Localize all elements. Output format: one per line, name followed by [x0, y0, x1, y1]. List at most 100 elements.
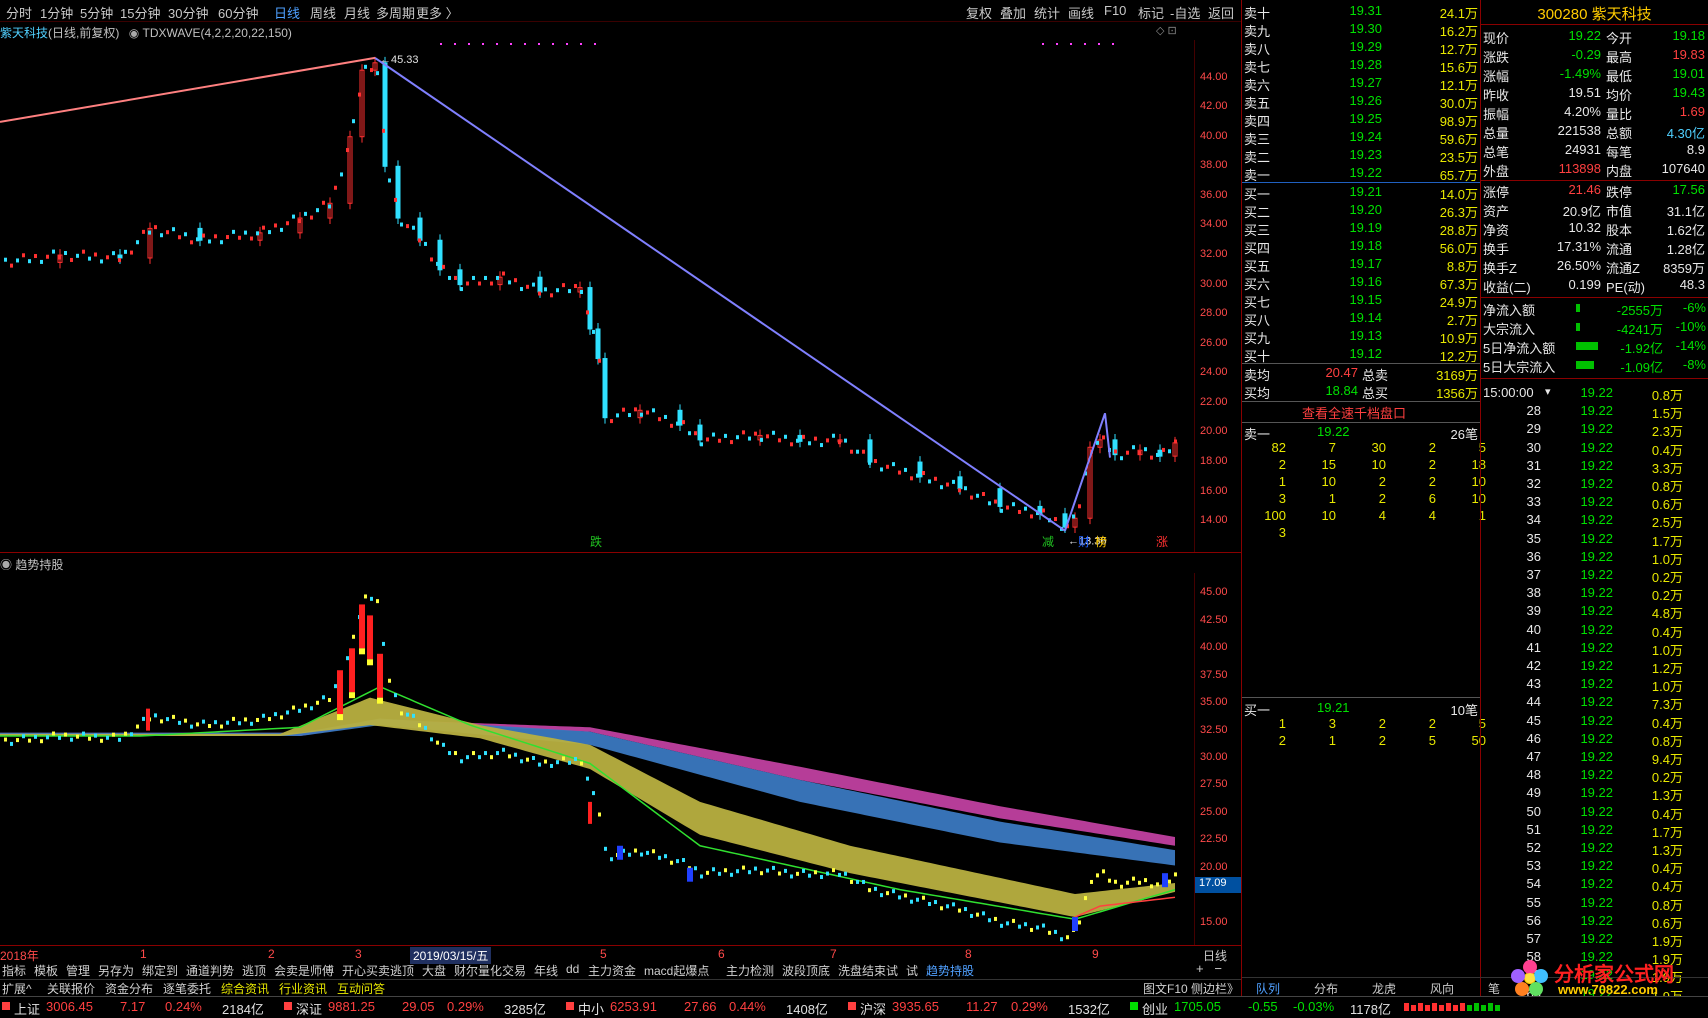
- extension-tab[interactable]: 综合资讯: [221, 980, 269, 997]
- indicator-tab[interactable]: dd: [566, 962, 579, 976]
- queue-cell: 6: [1428, 491, 1436, 506]
- quote-value: 8.9: [1686, 142, 1705, 157]
- side-tab[interactable]: 龙虎: [1372, 980, 1396, 997]
- tool-button[interactable]: 叠加: [1000, 3, 1026, 22]
- tick-list: 15:00:00 ▾ 19.22 0.8万 28 19.22 1.5万 29 19.22 2.3万…: [1481, 385, 1708, 1004]
- tick-minute: 36: [1526, 548, 1541, 564]
- tick-minute: 33: [1526, 494, 1541, 510]
- indicator-tick: 35.00: [1200, 696, 1228, 709]
- tick-price: 19.22: [1580, 512, 1613, 528]
- quote-panel: 300280 紫天科技 现价 19.22 今开 19.18 涨跌 -0.29 最高 19.83 涨…: [1481, 0, 1708, 385]
- quote-value: -0.29: [1571, 47, 1601, 62]
- panel-controls-icon[interactable]: ◇ ⊡: [1156, 24, 1177, 37]
- index-name[interactable]: 创业: [1142, 999, 1168, 1018]
- indicator-tab[interactable]: 逃顶: [242, 962, 266, 979]
- queue-cell: 1: [1328, 491, 1336, 506]
- tick-minute: 41: [1526, 639, 1541, 655]
- index-name[interactable]: 上证: [14, 999, 40, 1018]
- queue-cell: 1: [1278, 716, 1286, 731]
- indicator-tab[interactable]: 洗盘结束试: [838, 962, 898, 979]
- indicator-tab[interactable]: 主力资金: [588, 962, 636, 979]
- side-panel-toggle[interactable]: 图文F10 侧边栏》: [1143, 980, 1239, 997]
- index-pct: 0.44%: [729, 999, 766, 1014]
- indicator-tab[interactable]: 会卖是师傅: [274, 962, 334, 979]
- event-marker[interactable]: 榜: [1095, 534, 1107, 549]
- extension-tab[interactable]: 互动问答: [337, 980, 385, 997]
- tool-button[interactable]: 标记: [1138, 3, 1164, 22]
- tick-price: 19.22: [1580, 476, 1613, 491]
- event-marker[interactable]: 跌: [590, 534, 602, 549]
- bid-volume: 2.7万: [1446, 313, 1478, 328]
- trend-indicator-chart[interactable]: [0, 573, 1195, 945]
- indicator-tab[interactable]: 通道判势: [186, 962, 234, 979]
- tool-button[interactable]: -自选: [1170, 3, 1200, 22]
- indicator-tab[interactable]: 试: [906, 962, 918, 979]
- index-name[interactable]: 中小: [578, 999, 604, 1018]
- quote-label: 最低: [1606, 69, 1633, 84]
- event-marker[interactable]: 财: [1078, 535, 1090, 549]
- quote-label: 跌停: [1606, 185, 1633, 200]
- ask-volume: 12.7万: [1439, 42, 1478, 57]
- bid-volume: 56.0万: [1439, 241, 1478, 256]
- tick-price: 19.22: [1580, 840, 1613, 855]
- event-marker[interactable]: 涨: [1156, 534, 1168, 549]
- tool-button[interactable]: F10: [1104, 3, 1126, 18]
- indicator-tab[interactable]: 趋势持股: [926, 962, 974, 979]
- tick-minute: 54: [1526, 876, 1541, 892]
- tick-minute: 46: [1526, 730, 1541, 746]
- zoom-controls[interactable]: + −: [1196, 961, 1222, 976]
- price-tick: 42.00: [1200, 100, 1228, 113]
- ask-price: 19.26: [1349, 93, 1382, 108]
- bid-price: 19.18: [1349, 238, 1382, 253]
- indicator-tab[interactable]: macd起爆点: [644, 962, 709, 979]
- indicator-tab[interactable]: 绑定到: [142, 962, 178, 979]
- extension-tab[interactable]: 资金分布: [105, 980, 153, 997]
- indicator-panel[interactable]: ◉ 趋势持股 45.00 42.50 40.00 37.50 35.00 32.50 30.…: [0, 552, 1241, 945]
- index-name[interactable]: 沪深: [860, 999, 886, 1018]
- quote-label: 净资: [1483, 223, 1510, 238]
- tick-price: 19.22: [1580, 767, 1613, 783]
- tick-minute: 28: [1526, 403, 1541, 419]
- tick-minute: 34: [1526, 512, 1541, 528]
- index-name[interactable]: 深证: [296, 999, 322, 1018]
- indicator-tab[interactable]: 财尔量化交易: [454, 962, 526, 979]
- indicator-tick: 32.50: [1200, 723, 1228, 736]
- queue-cell: 2: [1278, 733, 1286, 748]
- side-tab[interactable]: 笔: [1488, 980, 1500, 997]
- indicator-tab[interactable]: 另存为: [98, 962, 134, 979]
- indicator-tab[interactable]: 指标: [2, 962, 26, 979]
- tool-button[interactable]: 统计: [1034, 3, 1060, 22]
- order-summary: 1356万: [1436, 386, 1478, 401]
- indicator-tab[interactable]: 主力检测: [726, 962, 774, 979]
- tick-price: 19.22: [1580, 694, 1613, 710]
- flow-pct: -14%: [1675, 338, 1706, 353]
- indicator-tab[interactable]: 管理: [66, 962, 90, 979]
- tick-volume: 0.4万: [1651, 442, 1683, 458]
- flow-label: 大宗流入: [1483, 322, 1536, 337]
- event-marker[interactable]: 减: [1042, 535, 1054, 549]
- side-tab[interactable]: 风向: [1430, 980, 1454, 997]
- tick-sort-icon[interactable]: ▾: [1545, 385, 1551, 398]
- indicator-toggle-icon[interactable]: ◉: [0, 558, 12, 572]
- side-tab[interactable]: 分布: [1314, 980, 1338, 997]
- full-depth-link[interactable]: 查看全速千档盘口: [1302, 403, 1406, 422]
- tool-button[interactable]: 画线: [1068, 3, 1094, 22]
- extension-tab[interactable]: 关联报价: [47, 980, 95, 997]
- side-tab[interactable]: 队列: [1256, 980, 1280, 997]
- price-tick: 14.00: [1200, 514, 1228, 527]
- tool-button[interactable]: 返回: [1208, 3, 1234, 22]
- ask-volume: 12.1万: [1439, 78, 1478, 93]
- extension-tab[interactable]: 行业资讯: [279, 980, 327, 997]
- tick-minute: 40: [1526, 621, 1541, 637]
- indicator-tab[interactable]: 开心买卖逃顶: [342, 962, 414, 979]
- main-chart-panel[interactable]: 紫天科技(日线,前复权) ◉ TDXWAVE(4,2,2,20,22,150) …: [0, 22, 1241, 552]
- indicator-toggle-icon[interactable]: ◉: [129, 26, 139, 40]
- indicator-tab[interactable]: 波段顶底: [782, 962, 830, 979]
- tool-button[interactable]: 复权: [966, 3, 992, 22]
- extension-tab[interactable]: 逐笔委托: [163, 980, 211, 997]
- indicator-tab[interactable]: 年线: [534, 962, 558, 979]
- indicator-tab[interactable]: 大盘: [422, 962, 446, 979]
- indicator-tab[interactable]: 模板: [34, 962, 58, 979]
- candlestick-chart[interactable]: ←45.33←13.36跌减财榜涨: [0, 40, 1195, 552]
- extension-tab[interactable]: 扩展^: [2, 980, 32, 997]
